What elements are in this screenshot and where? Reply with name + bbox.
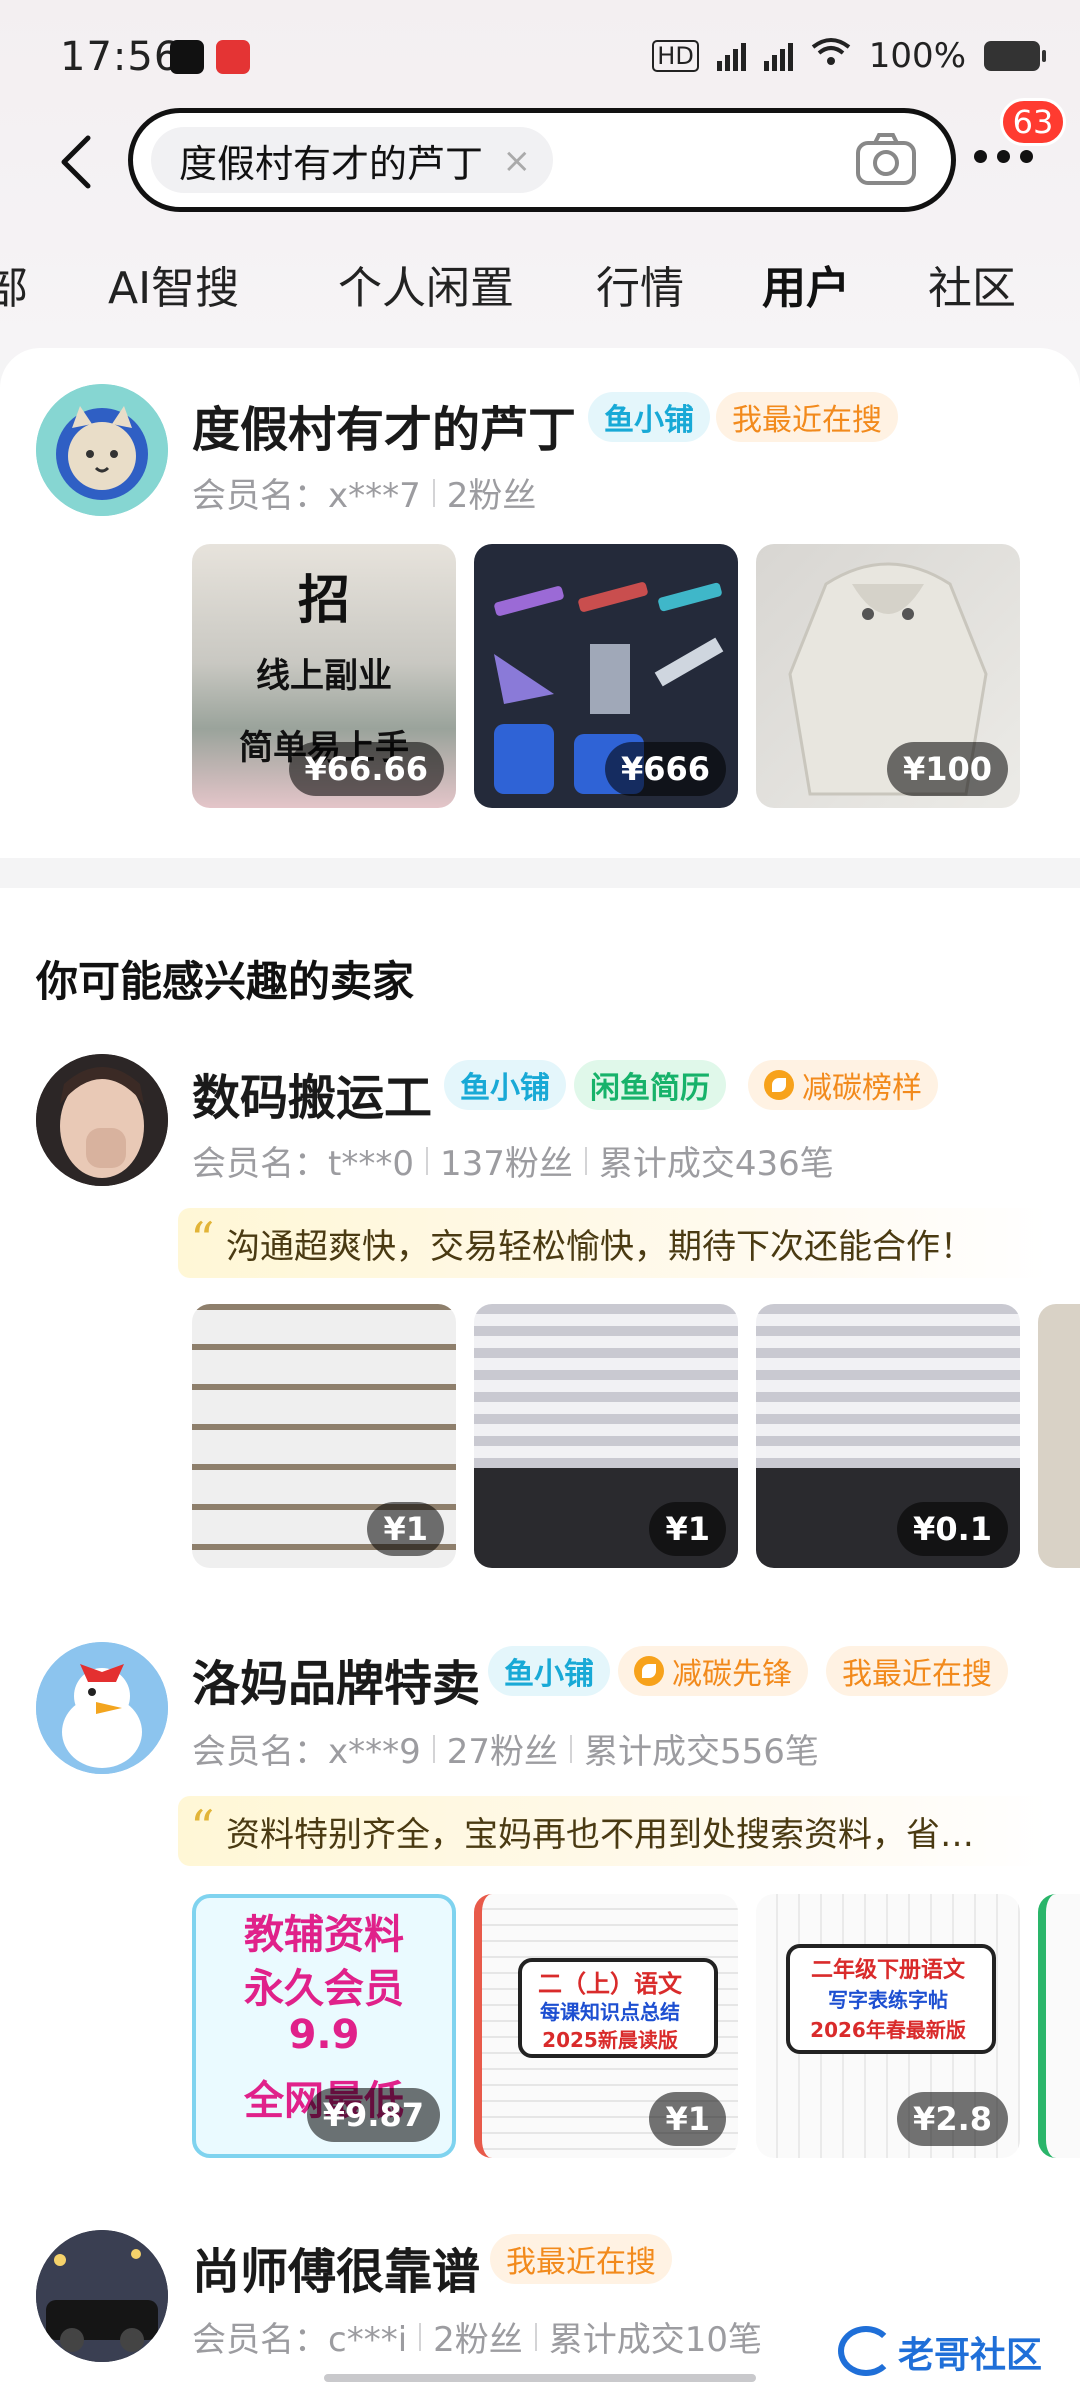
featured-user-card[interactable]: 度假村有才的芦丁 鱼小铺 我最近在搜 会员名：x***7 2粉丝 招 线上副业 … (0, 348, 1080, 858)
avatar[interactable] (36, 384, 168, 516)
item-thumbnail[interactable]: ¥1 (192, 1304, 456, 1568)
seller-items: 教辅资料 永久会员 9.9 全网最低 ¥9.87 二（上）语文 每课知识点总结 … (192, 1894, 1080, 2158)
search-tabs: 部 AI智搜 个人闲置 行情 用户 社区 (0, 252, 1080, 322)
notification-badge: 63 (1000, 98, 1066, 146)
deal-count: 累计成交556笔 (584, 1732, 819, 1772)
item-price: ¥100 (886, 742, 1008, 796)
hd-icon: HD (652, 40, 699, 72)
fish-shop-tag: 鱼小铺 (444, 1060, 566, 1110)
fans-count: 137粉丝 (439, 1144, 573, 1184)
leaf-icon (764, 1070, 794, 1100)
search-query-text: 度假村有才的芦丁 (179, 141, 484, 186)
fans-count: 2粉丝 (433, 2320, 523, 2360)
member-name: 会员名：x***7 (192, 476, 421, 516)
fish-shop-tag: 鱼小铺 (488, 1646, 610, 1696)
leaf-icon (634, 1656, 664, 1686)
recommended-sellers: 你可能感兴趣的卖家 数码搬运工 鱼小铺 闲鱼简历 减碳榜样 会员名：t***0 … (0, 888, 1080, 2388)
review-quote: “ 资料特别齐全，宝妈再也不用到处搜索资料，省… (178, 1796, 1048, 1866)
featured-items: 招 线上副业 简单易上手 ¥66.66 ¥666 (192, 544, 1080, 808)
search-query-chip[interactable]: 度假村有才的芦丁 × (151, 127, 554, 193)
seller-meta: 会员名：t***0 137粉丝 累计成交436笔 (192, 1136, 834, 1185)
recent-search-tag: 我最近在搜 (490, 2234, 672, 2284)
item-price: ¥66.66 (288, 742, 444, 796)
status-bar: 17:56 HD 100% (0, 0, 1080, 120)
item-price: ¥1 (649, 1502, 726, 1556)
deal-count: 累计成交10笔 (548, 2320, 763, 2360)
tab-personal-items[interactable]: 个人闲置 (338, 252, 514, 316)
avatar[interactable] (36, 2230, 168, 2362)
battery-icon (984, 41, 1046, 71)
tab-market[interactable]: 行情 (596, 252, 684, 316)
tab-users[interactable]: 用户 (758, 252, 854, 316)
item-thumbnail[interactable]: ¥1 (474, 1304, 738, 1568)
resume-tag: 闲鱼简历 (574, 1060, 726, 1110)
user-name[interactable]: 度假村有才的芦丁 (192, 390, 576, 460)
tab-users-label: 用户 (762, 263, 850, 314)
review-quote: “ 沟通超爽快，交易轻松愉快，期待下次还能合作！ (178, 1208, 1048, 1278)
tab-community[interactable]: 社区 (928, 252, 1016, 316)
back-arrow-icon[interactable] (50, 132, 110, 192)
deal-count: 累计成交436笔 (598, 1144, 834, 1184)
item-thumbnail[interactable]: 教辅资料 永久会员 9.9 全网最低 ¥9.87 (192, 1894, 456, 2158)
clear-icon[interactable]: × (503, 141, 532, 181)
fans-count: 27粉丝 (446, 1732, 559, 1772)
item-thumbnail[interactable]: ¥100 (756, 544, 1020, 808)
member-name: 会员名：t***0 (192, 1144, 414, 1184)
recent-search-tag: 我最近在搜 (716, 392, 898, 442)
signal-icon (763, 41, 793, 71)
tab-ai-search[interactable]: AI智搜 (108, 252, 239, 316)
app-notification-icon (216, 40, 250, 74)
item-thumbnail[interactable]: ¥0.1 (756, 1304, 1020, 1568)
camera-icon[interactable] (855, 131, 917, 187)
member-name: 会员名：c***i (192, 2320, 408, 2360)
seller-name[interactable]: 数码搬运工 (192, 1058, 432, 1128)
seller-items: ¥1 ¥1 ¥0.1 (192, 1304, 1080, 1568)
item-thumbnail[interactable]: 二年级下册语文 写字表练字帖 2026年春最新版 ¥2.8 (756, 1894, 1020, 2158)
item-price: ¥2.8 (897, 2092, 1008, 2146)
avatar[interactable] (36, 1054, 168, 1186)
quote-icon: “ (190, 1212, 215, 1268)
section-title: 你可能感兴趣的卖家 (36, 957, 415, 1006)
carbon-tag: 减碳榜样 (748, 1060, 938, 1110)
seller-meta: 会员名：c***i 2粉丝 累计成交10笔 (192, 2312, 762, 2361)
seller-name[interactable]: 尚师傅很靠谱 (192, 2232, 480, 2302)
quote-icon: “ (190, 1800, 215, 1856)
item-thumbnail[interactable]: ¥666 (474, 544, 738, 808)
item-thumbnail[interactable] (1038, 1304, 1080, 1568)
item-price: ¥666 (604, 742, 726, 796)
recent-search-tag: 我最近在搜 (826, 1646, 1008, 1696)
avatar[interactable] (36, 1642, 168, 1774)
item-thumbnail[interactable] (1038, 1894, 1080, 2158)
item-thumbnail[interactable]: 招 线上副业 简单易上手 ¥66.66 (192, 544, 456, 808)
watermark-logo: 老哥社区 (838, 2320, 1058, 2380)
fish-shop-tag: 鱼小铺 (588, 392, 710, 442)
item-price: ¥1 (649, 2092, 726, 2146)
item-thumbnail[interactable]: 二（上）语文 每课知识点总结 2025新晨读版 ¥1 (474, 1894, 738, 2158)
divider (432, 478, 435, 507)
signal-icon (716, 41, 746, 71)
fans-count: 2粉丝 (446, 476, 537, 516)
wifi-icon (811, 36, 851, 76)
status-time: 17:56 (60, 34, 181, 80)
home-indicator[interactable] (324, 2374, 756, 2382)
carbon-tag: 减碳先锋 (618, 1646, 808, 1696)
item-price: ¥9.87 (306, 2088, 440, 2142)
tiktok-icon (170, 40, 204, 74)
item-price: ¥0.1 (897, 1502, 1008, 1556)
more-menu-icon[interactable] (974, 150, 1033, 163)
member-name: 会员名：x***9 (192, 1732, 421, 1772)
seller-name[interactable]: 洛妈品牌特卖 (192, 1644, 480, 1714)
tab-partial[interactable]: 部 (0, 252, 28, 316)
dragon-icon (838, 2326, 894, 2376)
search-bar[interactable]: 度假村有才的芦丁 × (128, 108, 956, 212)
seller-meta: 会员名：x***9 27粉丝 累计成交556笔 (192, 1724, 819, 1773)
user-meta: 会员名：x***7 2粉丝 (192, 468, 536, 517)
item-price: ¥1 (367, 1502, 444, 1556)
battery-text: 100% (868, 36, 966, 76)
